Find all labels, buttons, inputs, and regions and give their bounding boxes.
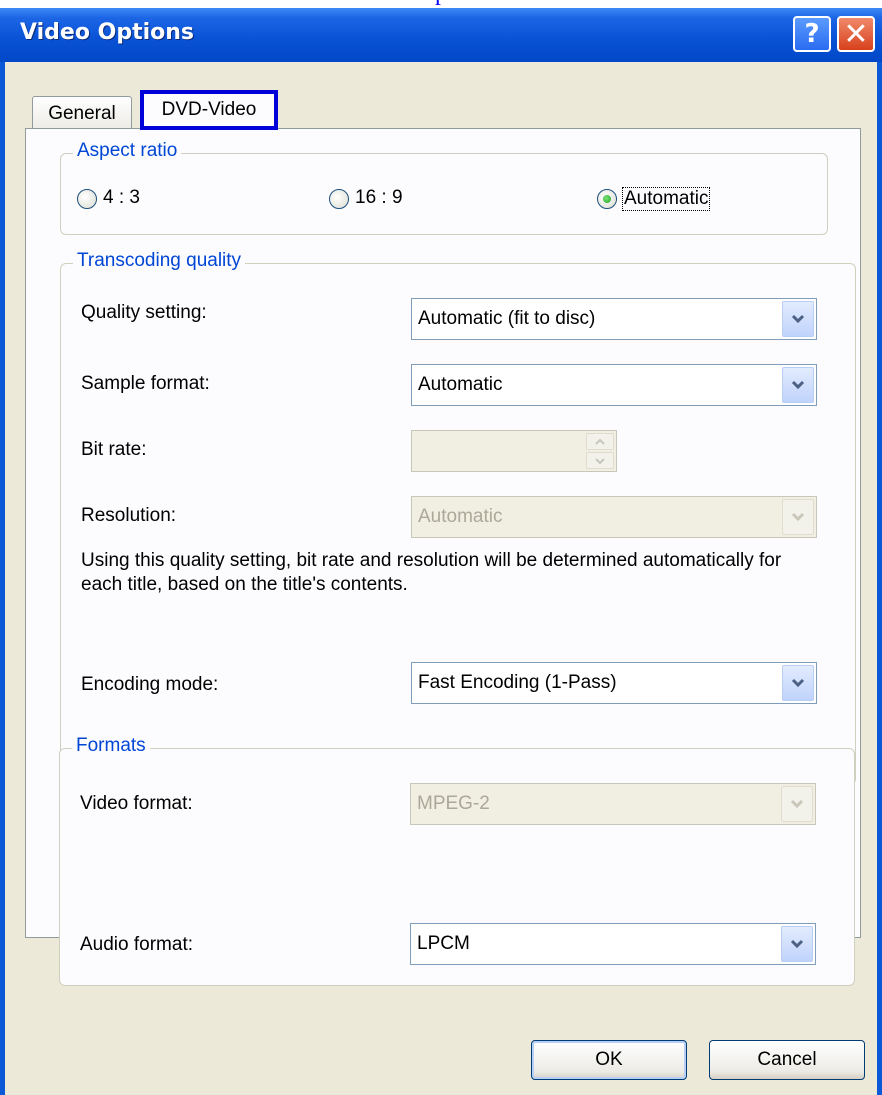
aspect-ratio-title: Aspect ratio <box>73 140 182 162</box>
chevron-down-icon <box>781 786 813 822</box>
radio-16-9-label[interactable]: 16 : 9 <box>355 187 403 209</box>
bit-rate-spinner <box>411 430 617 472</box>
sample-format-value: Automatic <box>418 374 503 395</box>
transcoding-quality-group: Transcoding quality Quality setting: Aut… <box>60 250 856 785</box>
encoding-mode-label: Encoding mode: <box>81 674 219 695</box>
resolution-value: Automatic <box>418 506 503 527</box>
help-icon: ? <box>804 19 820 49</box>
quality-setting-label: Quality setting: <box>81 302 207 323</box>
dialog-client-area: General Aspect ratio 4 : 3 16 : 9 Automa… <box>5 62 877 1095</box>
title-bar[interactable]: Video Options ? ✕ <box>0 8 882 62</box>
radio-automatic[interactable] <box>597 189 617 209</box>
audio-format-select[interactable]: LPCM <box>410 923 816 965</box>
spin-up-icon <box>586 433 614 450</box>
quality-setting-select[interactable]: Automatic (fit to disc) <box>411 298 817 340</box>
chevron-down-icon[interactable] <box>782 301 814 337</box>
formats-title: Formats <box>72 735 150 757</box>
audio-format-value: LPCM <box>417 933 470 954</box>
close-icon: ✕ <box>843 16 869 52</box>
video-options-window: Video Options ? ✕ General Aspect ratio 4… <box>0 8 882 1095</box>
help-button[interactable]: ? <box>793 16 831 52</box>
chevron-down-icon[interactable] <box>782 665 814 701</box>
resolution-select: Automatic <box>411 496 817 538</box>
encoding-mode-value: Fast Encoding (1-Pass) <box>418 672 617 693</box>
audio-format-label: Audio format: <box>80 934 193 955</box>
radio-16-9[interactable] <box>329 189 349 209</box>
chevron-down-icon <box>782 499 814 535</box>
resolution-label: Resolution: <box>81 505 177 526</box>
cancel-button[interactable]: Cancel <box>709 1040 865 1080</box>
spin-down-icon <box>586 452 614 469</box>
encoding-mode-select[interactable]: Fast Encoding (1-Pass) <box>411 662 817 704</box>
radio-4-3[interactable] <box>77 189 97 209</box>
close-button[interactable]: ✕ <box>837 16 875 52</box>
quality-setting-value: Automatic (fit to disc) <box>418 308 596 329</box>
video-format-label: Video format: <box>80 793 193 814</box>
tab-general[interactable]: General <box>32 96 132 130</box>
chevron-down-icon[interactable] <box>781 926 813 962</box>
window-title: Video Options <box>20 20 195 45</box>
radio-automatic-label[interactable]: Automatic <box>622 187 711 211</box>
radio-4-3-label[interactable]: 4 : 3 <box>103 187 140 209</box>
aspect-ratio-group: Aspect ratio 4 : 3 16 : 9 Automatic <box>60 140 828 235</box>
ok-button[interactable]: OK <box>531 1040 687 1080</box>
top-link-text[interactable]: p <box>0 0 882 8</box>
video-format-select: MPEG-2 <box>410 783 816 825</box>
chevron-down-icon[interactable] <box>782 367 814 403</box>
sample-format-label: Sample format: <box>81 373 210 394</box>
quality-info-text: Using this quality setting, bit rate and… <box>81 550 782 595</box>
tab-dvd-video[interactable]: DVD-Video <box>140 90 278 130</box>
formats-group: Formats Video format: MPEG-2 Audio forma… <box>59 735 855 986</box>
video-format-value: MPEG-2 <box>417 793 490 814</box>
transcoding-quality-title: Transcoding quality <box>73 250 246 272</box>
bit-rate-label: Bit rate: <box>81 439 147 460</box>
sample-format-select[interactable]: Automatic <box>411 364 817 406</box>
